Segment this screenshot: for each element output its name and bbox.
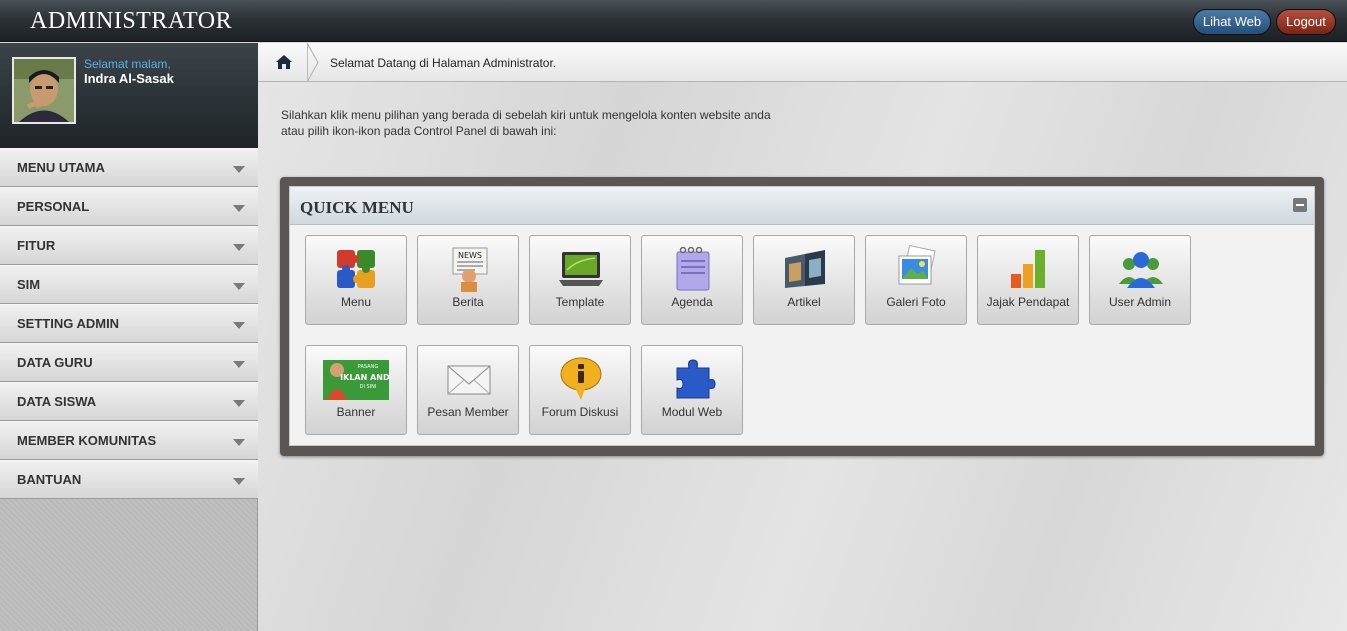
tile-label: Galeri Foto	[886, 295, 946, 309]
tile-label: Forum Diskusi	[541, 405, 619, 419]
sidebar-item-data-guru[interactable]: DATA GURU	[0, 343, 258, 382]
sidebar-item-label: BANTUAN	[17, 472, 82, 487]
tile-label: Berita	[452, 295, 484, 309]
sidebar-item-label: SETTING ADMIN	[17, 316, 120, 331]
intro-text: Silahkan klik menu pilihan yang berada d…	[281, 107, 841, 139]
avatar	[12, 57, 76, 124]
svg-text:NEWS: NEWS	[458, 251, 482, 260]
view-site-button[interactable]: Lihat Web	[1193, 9, 1271, 35]
photos-icon	[898, 244, 936, 285]
greeting-text: Selamat malam,	[84, 57, 171, 71]
chevron-down-icon	[233, 283, 245, 290]
laptop-icon	[559, 252, 603, 286]
sidebar-menu: MENU UTAMA PERSONAL FITUR SIM SETTING AD…	[0, 148, 258, 499]
sidebar-item-fitur[interactable]: FITUR	[0, 226, 258, 265]
sidebar-item-label: MEMBER KOMUNITAS	[17, 433, 157, 448]
svg-text:PASANG: PASANG	[358, 364, 379, 370]
tile-jajak-pendapat[interactable]: Jajak Pendapat	[977, 235, 1079, 325]
envelope-icon	[447, 365, 491, 395]
tile-label: Pesan Member	[427, 405, 509, 419]
quick-menu-panel: QUICK MENU Menu NEWS Berita Template Age…	[280, 177, 1324, 456]
sidebar-item-bantuan[interactable]: BANTUAN	[0, 460, 258, 499]
quick-menu-header: QUICK MENU	[290, 187, 1314, 225]
puzzle-icon	[337, 250, 375, 288]
tile-label: Jajak Pendapat	[986, 295, 1070, 309]
chevron-down-icon	[233, 205, 245, 212]
info-bubble-icon	[560, 357, 602, 400]
sidebar: Selamat malam, Indra Al-Sasak MENU UTAMA…	[0, 43, 258, 631]
tile-agenda[interactable]: Agenda	[641, 235, 743, 325]
breadcrumb-text: Selamat Datang di Halaman Administrator.	[330, 56, 557, 70]
main-content: Selamat Datang di Halaman Administrator.…	[258, 43, 1347, 631]
chevron-down-icon	[233, 361, 245, 368]
tile-label: Menu	[340, 295, 372, 309]
svg-text:DI SINI: DI SINI	[360, 384, 377, 390]
quick-menu-body: QUICK MENU Menu NEWS Berita Template Age…	[289, 186, 1315, 446]
sidebar-item-label: SIM	[17, 277, 41, 292]
tile-template[interactable]: Template	[529, 235, 631, 325]
breadcrumb: Selamat Datang di Halaman Administrator.	[258, 43, 1347, 82]
news-icon: NEWS	[452, 247, 488, 292]
puzzle-piece-icon	[676, 359, 716, 399]
svg-text:IKLAN ANDA: IKLAN ANDA	[340, 373, 389, 382]
tile-forum-diskusi[interactable]: Forum Diskusi	[529, 345, 631, 435]
chevron-down-icon	[233, 478, 245, 485]
chevron-down-icon	[233, 244, 245, 251]
banner-icon: PASANG IKLAN ANDA DI SINI	[323, 360, 389, 400]
sidebar-item-label: FITUR	[17, 238, 56, 253]
tile-label: Template	[555, 295, 605, 309]
sidebar-item-label: DATA SISWA	[17, 394, 97, 409]
tile-label: Banner	[336, 405, 376, 419]
sidebar-item-label: PERSONAL	[17, 199, 90, 214]
breadcrumb-separator	[306, 43, 319, 82]
sidebar-item-label: DATA GURU	[17, 355, 93, 370]
sidebar-item-menu-utama[interactable]: MENU UTAMA	[0, 148, 258, 187]
chevron-down-icon	[233, 439, 245, 446]
sidebar-item-setting-admin[interactable]: SETTING ADMIN	[0, 304, 258, 343]
users-icon	[1119, 252, 1163, 288]
tile-user-admin[interactable]: User Admin	[1089, 235, 1191, 325]
sidebar-item-personal[interactable]: PERSONAL	[0, 187, 258, 226]
tile-modul-web[interactable]: Modul Web	[641, 345, 743, 435]
sidebar-item-member-komunitas[interactable]: MEMBER KOMUNITAS	[0, 421, 258, 460]
sidebar-item-data-siswa[interactable]: DATA SISWA	[0, 382, 258, 421]
sidebar-item-sim[interactable]: SIM	[0, 265, 258, 304]
top-bar: ADMINISTRATOR Lihat Web Logout	[0, 0, 1347, 42]
notepad-icon	[676, 246, 710, 291]
tile-label: Agenda	[671, 295, 713, 309]
tile-galeri-foto[interactable]: Galeri Foto	[865, 235, 967, 325]
tile-label: User Admin	[1108, 295, 1172, 309]
tile-artikel[interactable]: Artikel	[753, 235, 855, 325]
home-icon	[276, 55, 292, 69]
chevron-down-icon	[233, 400, 245, 407]
tile-label: Modul Web	[661, 405, 723, 419]
tile-berita[interactable]: NEWS Berita	[417, 235, 519, 325]
tile-banner[interactable]: PASANG IKLAN ANDA DI SINI Banner	[305, 345, 407, 435]
intro-line-2: atau pilih ikon-ikon pada Control Panel …	[281, 124, 557, 138]
tile-menu[interactable]: Menu	[305, 235, 407, 325]
tile-pesan-member[interactable]: Pesan Member	[417, 345, 519, 435]
chevron-down-icon	[233, 166, 245, 173]
logout-button[interactable]: Logout	[1276, 9, 1336, 35]
tile-label: Artikel	[787, 295, 821, 309]
user-name: Indra Al-Sasak	[84, 71, 174, 86]
collapse-icon[interactable]	[1293, 198, 1307, 212]
user-panel: Selamat malam, Indra Al-Sasak	[0, 43, 258, 148]
chevron-down-icon	[233, 322, 245, 329]
book-icon	[785, 250, 825, 288]
quick-menu-title: QUICK MENU	[300, 198, 414, 217]
intro-line-1: Silahkan klik menu pilihan yang berada d…	[281, 108, 771, 122]
app-title: ADMINISTRATOR	[30, 8, 233, 34]
sidebar-item-label: MENU UTAMA	[17, 160, 105, 175]
home-button[interactable]	[258, 43, 308, 82]
bar-chart-icon	[1011, 250, 1045, 288]
